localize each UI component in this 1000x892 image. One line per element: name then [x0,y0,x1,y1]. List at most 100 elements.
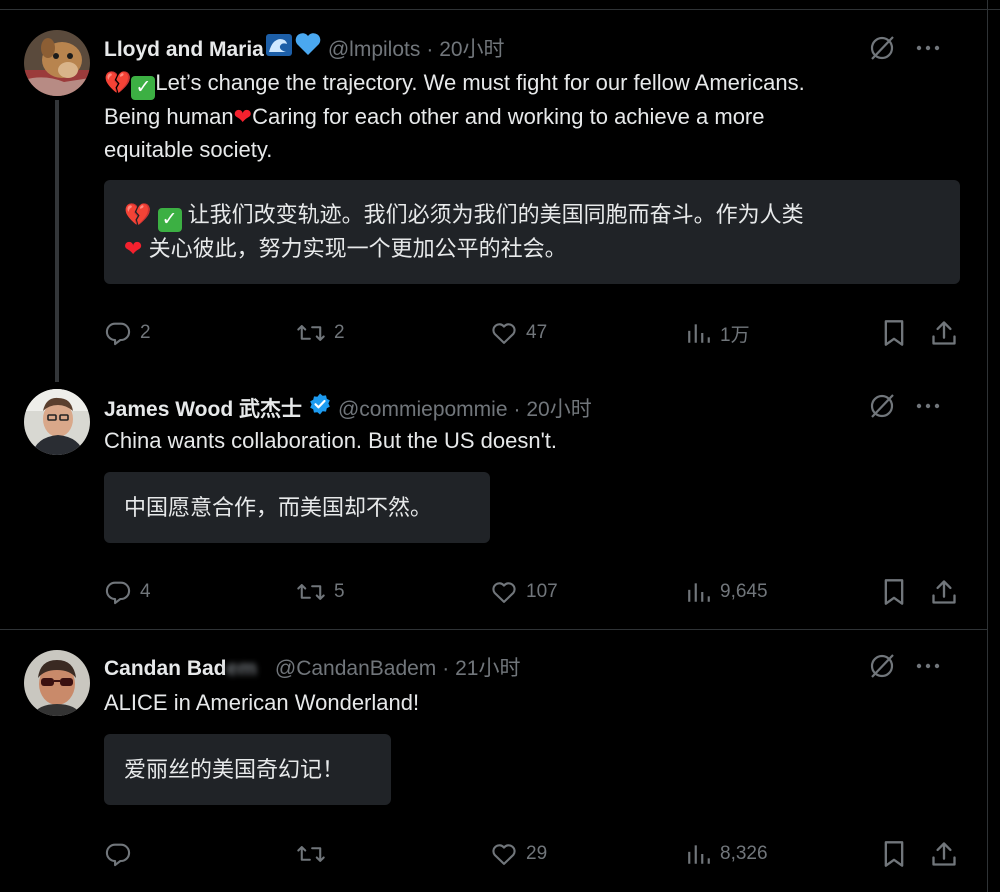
translation-text: 关心彼此，努力实现一个更加公平的社会。 [148,236,567,261]
retweet-icon [297,325,325,341]
tweet-lloyd-maria[interactable]: Lloyd and Maria @lmpilots · 20小时 💔 ✓ Let’s… [0,0,988,382]
tweet-top-icons [868,652,940,680]
more-icon[interactable] [916,662,940,670]
check-mark-icon: ✓ [157,208,182,232]
red-heart-icon: ❤ [233,104,253,129]
like-icon [492,844,516,865]
more-icon[interactable] [916,402,940,410]
views-icon [688,583,710,602]
reply-button[interactable]: 4 [104,578,151,606]
avatar[interactable] [24,30,90,96]
share-icon [932,842,956,866]
user-handle[interactable]: @commiepommie [338,398,508,422]
user-handle[interactable]: @CandanBadem [275,657,436,681]
broken-heart-icon: 💔 [104,70,132,95]
user-handle[interactable]: @lmpilots [328,38,421,62]
bookmark-button[interactable] [882,840,906,868]
reply-icon [105,581,131,605]
tweet-candan[interactable]: Candan Bad em @CandanBadem · 21小时 ALICE … [0,630,988,892]
share-icon [932,580,956,604]
bookmark-icon [884,579,904,605]
tweet-header: James Wood 武杰士 @commiepommie · 20小时 [104,392,592,423]
reply-icon [105,843,131,867]
timestamp[interactable]: · 20小时 [426,33,504,63]
retweet-icon [297,846,325,862]
timestamp[interactable]: · 20小时 [514,393,592,423]
tweet-header: Lloyd and Maria @lmpilots · 20小时 [104,32,505,63]
reply-button[interactable] [104,840,140,868]
bookmark-icon [884,841,904,867]
like-icon [492,323,516,344]
tweet-text: China wants collaboration. But the US do… [104,428,558,453]
tweet-text: ALICE in American Wonderland! [104,690,420,715]
share-button[interactable] [930,840,958,868]
timestamp[interactable]: · 21小时 [442,652,520,682]
like-count: 29 [526,843,548,864]
views-icon [688,845,710,864]
share-button[interactable] [930,319,958,347]
tweet-top-icons [868,392,940,420]
translation-box: 爱丽丝的美国奇幻记！ [104,734,391,805]
tweet-text-line: Being human [104,104,234,129]
thread-connector [55,100,59,382]
retweet-icon [297,584,325,600]
views-icon [688,324,710,343]
display-name[interactable]: Lloyd and Maria [104,38,264,62]
translation-text: 让我们改变轨迹。我们必须为我们的美国同胞而奋斗。作为人类 [187,202,804,227]
tweet-top-icons [868,34,940,62]
retweet-button[interactable]: 5 [296,578,345,606]
tweet-header: Candan Bad em @CandanBadem · 21小时 [104,652,520,682]
like-button[interactable]: 29 [490,840,547,868]
retweet-button[interactable]: 2 [296,319,345,347]
translation-box: 💔 ✓ 让我们改变轨迹。我们必须为我们的美国同胞而奋斗。作为人类 ❤ 关心彼此，… [104,180,960,284]
wave-emoji-icon [265,34,292,61]
tweet-text-line: Caring for each other and working to ach… [252,104,765,129]
avatar[interactable] [24,650,90,716]
like-icon [492,582,516,603]
views-button[interactable]: 9,645 [686,578,768,606]
like-button[interactable]: 47 [490,319,547,347]
tweet-text-line: equitable society. [104,137,273,162]
red-heart-icon: ❤ [124,236,143,261]
display-name[interactable]: James Wood 武杰士 [104,393,302,423]
like-button[interactable]: 107 [490,578,558,606]
grok-icon[interactable] [868,392,896,420]
view-count: 8,326 [720,843,768,864]
more-icon[interactable] [916,44,940,52]
retweet-count: 2 [334,322,345,343]
avatar[interactable] [24,389,90,455]
reply-button[interactable]: 2 [104,319,151,347]
tweet-text-line: Let’s change the trajectory. We must fig… [155,70,805,95]
like-count: 47 [526,322,548,343]
check-mark-icon: ✓ [131,76,156,100]
translation-text: 爱丽丝的美国奇幻记！ [124,757,345,782]
views-button[interactable]: 8,326 [686,840,768,868]
grok-icon[interactable] [868,34,896,62]
reply-icon [105,322,131,346]
share-button[interactable] [930,578,958,606]
share-icon [932,321,956,345]
bookmark-button[interactable] [882,319,906,347]
reply-count: 2 [140,322,151,343]
view-count: 1万 [720,324,750,346]
translation-text: 中国愿意合作，而美国却不然。 [124,495,433,520]
display-name[interactable]: Candan Bad [104,657,227,681]
retweet-button[interactable] [296,840,334,868]
tweet-text: 💔 ✓ Let’s change the trajectory. We must f… [104,66,954,166]
grok-icon[interactable] [868,652,896,680]
reply-count: 4 [140,581,151,602]
views-button[interactable]: 1万 [686,319,750,347]
bookmark-icon [884,320,904,346]
blue-heart-icon [294,32,322,61]
display-name-blurred: em [226,657,257,680]
view-count: 9,645 [720,581,768,602]
like-count: 107 [526,581,558,602]
verified-badge-icon [308,392,332,421]
broken-heart-icon: 💔 [124,202,152,227]
action-bar: 29 8,326 [104,840,960,870]
translation-box: 中国愿意合作，而美国却不然。 [104,472,490,543]
retweet-count: 5 [334,581,345,602]
bookmark-button[interactable] [882,578,906,606]
action-bar: 2 2 47 1万 [104,319,960,349]
action-bar: 4 5 107 9,645 [104,578,960,608]
